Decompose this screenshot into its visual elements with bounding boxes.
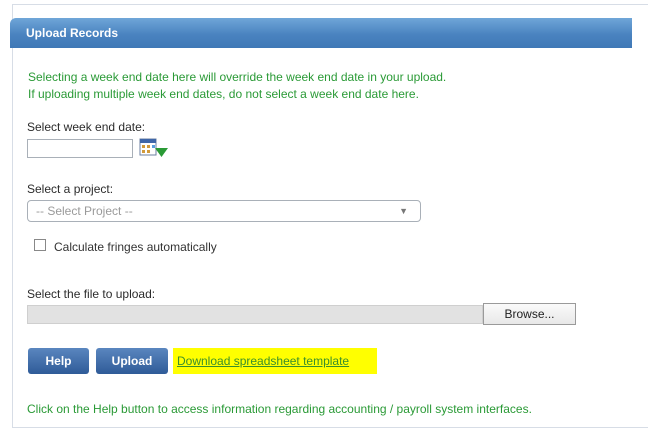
help-info-text: Click on the Help button to access infor… [27, 402, 532, 416]
chevron-down-icon: ▼ [399, 206, 408, 216]
file-path-input[interactable] [27, 305, 483, 324]
fringes-checkbox-label[interactable]: Calculate fringes automatically [54, 240, 217, 254]
calendar-icon[interactable] [138, 137, 170, 161]
browse-button[interactable]: Browse... [483, 303, 576, 325]
panel-title: Upload Records [10, 18, 632, 48]
project-select-value: -- Select Project -- [36, 204, 133, 218]
upload-button[interactable]: Upload [96, 348, 168, 374]
project-label: Select a project: [27, 182, 114, 196]
fringes-checkbox[interactable] [34, 239, 46, 251]
download-template-link[interactable]: Download spreadsheet template [173, 348, 377, 374]
week-end-date-input[interactable] [27, 139, 133, 158]
file-upload-label: Select the file to upload: [27, 287, 156, 301]
help-button[interactable]: Help [28, 348, 89, 374]
week-end-date-label: Select week end date: [27, 120, 146, 134]
intro-text-line2: If uploading multiple week end dates, do… [28, 87, 419, 101]
project-select[interactable]: -- Select Project -- ▼ [27, 200, 421, 222]
intro-text-line1: Selecting a week end date here will over… [28, 70, 447, 84]
